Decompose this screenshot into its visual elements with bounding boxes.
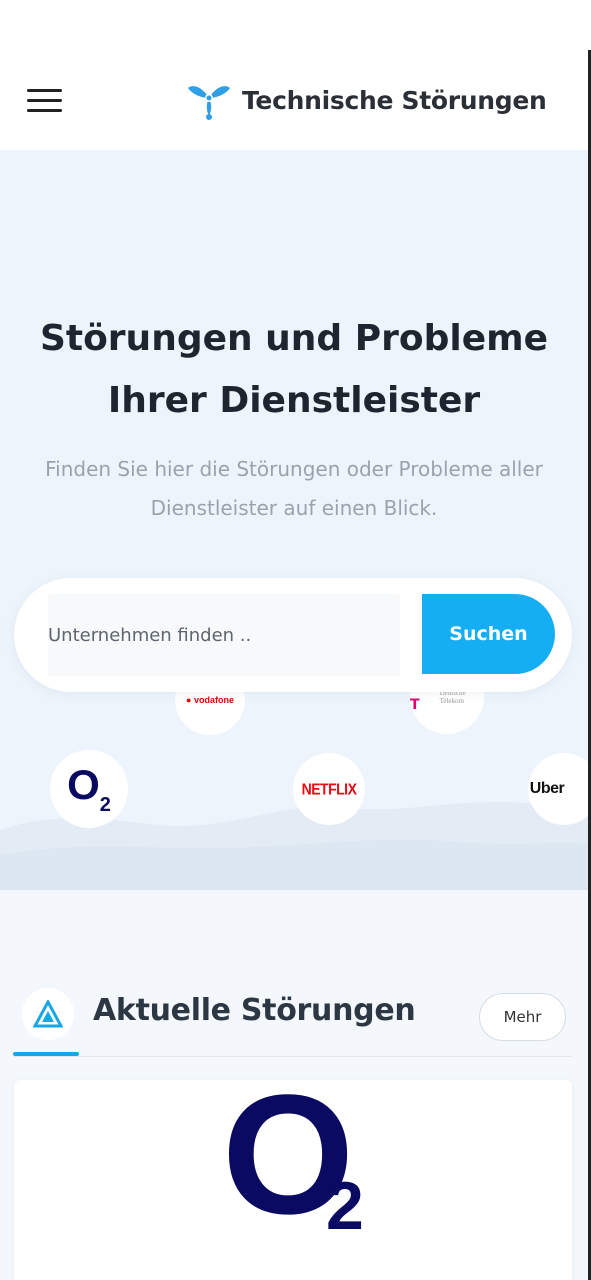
tab-divider — [14, 1056, 572, 1057]
card-o2-logo: O 2 — [222, 1060, 364, 1250]
more-button[interactable]: Mehr — [479, 993, 566, 1041]
search-button[interactable]: Suchen — [422, 594, 555, 674]
section-title: Aktuelle Störungen — [93, 993, 416, 1028]
netflix-logo: NETFLIX — [301, 779, 357, 799]
uber-logo: Uber — [529, 780, 565, 797]
brand-link[interactable]: Technische Störungen — [186, 80, 547, 120]
top-spacer — [0, 0, 591, 50]
tab-active-indicator — [13, 1052, 79, 1056]
provider-o2[interactable]: O2 — [50, 750, 128, 828]
vodafone-logo: ● vodafone — [186, 695, 234, 705]
triangle-alert-icon — [22, 988, 74, 1040]
brand-name: Technische Störungen — [242, 85, 547, 115]
hamburger-menu-icon[interactable] — [27, 89, 63, 113]
hero-section: Störungen und Probleme Ihrer Dienstleist… — [0, 150, 588, 890]
hero-subtitle: Finden Sie hier die Störungen oder Probl… — [0, 450, 588, 528]
hero-subtitle-line2: Dienstleister auf einen Blick. — [150, 496, 438, 520]
hero-title-line1: Störungen und Probleme — [39, 318, 549, 359]
search-input[interactable] — [48, 594, 400, 676]
o2-logo: O2 — [67, 761, 111, 816]
provider-netflix[interactable]: NETFLIX — [293, 753, 365, 825]
hero-title: Störungen und Probleme Ihrer Dienstleist… — [0, 308, 588, 432]
hero-subtitle-line1: Finden Sie hier die Störungen oder Probl… — [45, 457, 543, 481]
search-bar: Suchen — [14, 578, 572, 692]
site-header: Technische Störungen — [0, 50, 588, 150]
propeller-logo-icon — [188, 86, 230, 120]
hero-title-line2: Ihrer Dienstleister — [107, 380, 481, 421]
